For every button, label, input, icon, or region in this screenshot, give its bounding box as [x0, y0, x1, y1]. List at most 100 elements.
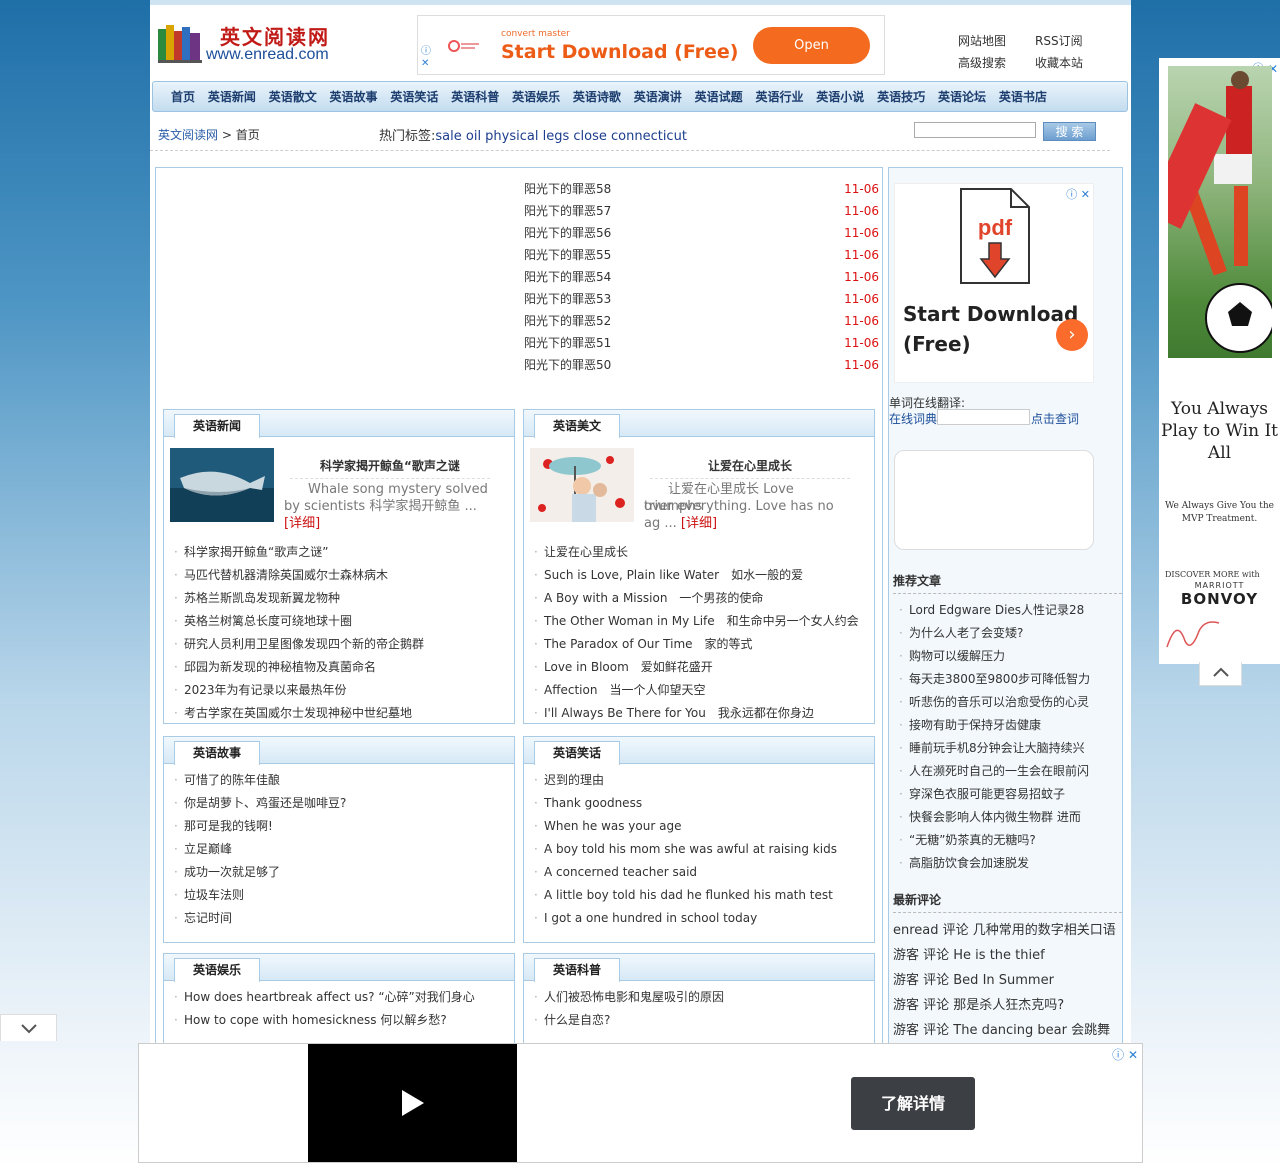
list-item[interactable]: 快餐会影响人体内微生物群 进而	[899, 806, 1121, 829]
comment-item[interactable]: 游客 评论 Bed In Summer	[893, 968, 1119, 993]
list-item[interactable]: I got a one hundred in school today	[534, 907, 874, 930]
search-button[interactable]: 搜 索	[1043, 122, 1096, 141]
list-item[interactable]: 迟到的理由	[534, 769, 874, 792]
nav-item-skills[interactable]: 英语技巧	[877, 82, 925, 112]
list-item[interactable]: Lord Edgware Dies人性记录28	[899, 599, 1121, 622]
nav-item-poetry[interactable]: 英语诗歌	[573, 82, 621, 112]
list-item[interactable]: A concerned teacher said	[534, 861, 874, 884]
nav-item-news[interactable]: 英语新闻	[208, 82, 256, 112]
list-item[interactable]: Love in Bloom 爱如鲜花盛开	[534, 656, 874, 679]
list-item[interactable]: 阳光下的罪恶56 11-06	[524, 222, 879, 244]
list-item[interactable]: 阳光下的罪恶54 11-06	[524, 266, 879, 288]
list-item[interactable]: 什么是自恋?	[534, 1009, 874, 1032]
nav-item-tests[interactable]: 英语试题	[695, 82, 743, 112]
sitemap-link[interactable]: 网站地图	[958, 32, 1006, 49]
list-item-title[interactable]: 阳光下的罪恶54	[524, 270, 611, 284]
featured-title[interactable]: 科学家揭开鲸鱼“歌声之谜	[290, 457, 490, 479]
list-item[interactable]: A little boy told his dad he flunked his…	[534, 884, 874, 907]
list-item[interactable]: 阳光下的罪恶58 11-06	[524, 178, 879, 200]
box-title[interactable]: 英语娱乐	[174, 958, 261, 982]
list-item[interactable]: How does heartbreak affect us? “心碎”对我们身心	[174, 986, 514, 1009]
box-title[interactable]: 英语新闻	[174, 414, 261, 438]
rss-link[interactable]: RSS订阅	[1035, 32, 1083, 49]
list-item[interactable]: 2023年为有记录以来最热年份	[174, 679, 514, 702]
site-logo[interactable]: 英文阅读网 www.enread.com	[158, 19, 348, 69]
list-item[interactable]: 每天走3800至9800步可降低智力	[899, 668, 1121, 691]
list-item[interactable]: 科学家揭开鲸鱼“歌声之谜”	[174, 541, 514, 564]
list-item[interactable]: Affection 当一个人仰望天空	[534, 679, 874, 702]
list-item[interactable]: 你是胡萝卜、鸡蛋还是咖啡豆?	[174, 792, 514, 815]
ad-close-icon[interactable]: ✕	[421, 58, 429, 69]
list-item[interactable]: 阳光下的罪恶52 11-06	[524, 310, 879, 332]
search-input[interactable]	[914, 122, 1036, 138]
bookmark-link[interactable]: 收藏本站	[1035, 54, 1083, 71]
list-item[interactable]: 忘记时间	[174, 907, 514, 930]
list-item[interactable]: 阳光下的罪恶57 11-06	[524, 200, 879, 222]
nav-item-joke[interactable]: 英语笑话	[390, 82, 438, 112]
box-title[interactable]: 英语故事	[174, 741, 261, 765]
list-item[interactable]: When he was your age	[534, 815, 874, 838]
more-link[interactable]: [详细]	[284, 516, 320, 531]
list-item[interactable]: 苏格兰斯凯岛发现新翼龙物种	[174, 587, 514, 610]
nav-item-story[interactable]: 英语故事	[330, 82, 378, 112]
nav-item-speech[interactable]: 英语演讲	[634, 82, 682, 112]
collapse-down-button[interactable]	[0, 1014, 57, 1041]
nav-item-science[interactable]: 英语科普	[451, 82, 499, 112]
list-item-title[interactable]: 阳光下的罪恶53	[524, 292, 611, 306]
list-item[interactable]: Thank goodness	[534, 792, 874, 815]
ad-close-icon[interactable]: ⓘ ✕	[1112, 1046, 1138, 1063]
nav-item-home[interactable]: 首页	[171, 82, 195, 112]
comment-item[interactable]: 游客 评论 He is the thief	[893, 943, 1119, 968]
nav-item-novel[interactable]: 英语小说	[816, 82, 864, 112]
top-banner-ad[interactable]: ⓘ ✕ convert master Start Download (Free)…	[417, 15, 885, 75]
dict-input[interactable]	[937, 409, 1030, 425]
list-item[interactable]: 让爱在心里成长	[534, 541, 874, 564]
list-item-title[interactable]: 阳光下的罪恶57	[524, 204, 611, 218]
list-item[interactable]: A boy told his mom she was awful at rais…	[534, 838, 874, 861]
list-item[interactable]: “无糖”奶茶真的无糖吗?	[899, 829, 1121, 852]
list-item-title[interactable]: 阳光下的罪恶52	[524, 314, 611, 328]
list-item[interactable]: 英格兰树篱总长度可绕地球十圈	[174, 610, 514, 633]
list-item[interactable]: Such is Love, Plain like Water 如水一般的爱	[534, 564, 874, 587]
list-item-title[interactable]: 阳光下的罪恶58	[524, 182, 611, 196]
breadcrumb-home-link[interactable]: 英文阅读网	[158, 128, 218, 142]
list-item[interactable]: 研究人员利用卫星图像发现四个新的帝企鹅群	[174, 633, 514, 656]
list-item-title[interactable]: 阳光下的罪恶50	[524, 358, 611, 372]
list-item[interactable]: 邱园为新发现的神秘植物及真菌命名	[174, 656, 514, 679]
nav-item-industry[interactable]: 英语行业	[755, 82, 803, 112]
list-item[interactable]: 阳光下的罪恶53 11-06	[524, 288, 879, 310]
comment-item[interactable]: 游客 评论 The dancing bear 会跳舞	[893, 1018, 1119, 1043]
list-item[interactable]: 为什么人老了会变矮?	[899, 622, 1121, 645]
right-skyscraper-ad[interactable]: ⓘ ✕ You Always Play to Win It All We Alw…	[1159, 58, 1280, 664]
list-item-title[interactable]: 阳光下的罪恶55	[524, 248, 611, 262]
list-item[interactable]: 成功一次就足够了	[174, 861, 514, 884]
couple-image[interactable]	[530, 448, 634, 522]
list-item[interactable]: 阳光下的罪恶51 11-06	[524, 332, 879, 354]
collapse-up-button[interactable]	[1199, 662, 1242, 686]
ad-close-icon[interactable]: ⓘ ✕	[1066, 186, 1090, 202]
list-item[interactable]: 睡前玩手机8分钟会让大脑持续兴	[899, 737, 1121, 760]
list-item[interactable]: A Boy with a Mission 一个男孩的使命	[534, 587, 874, 610]
list-item[interactable]: 考古学家在英国威尔士发现神秘中世纪墓地	[174, 702, 514, 725]
list-item[interactable]: 阳光下的罪恶55 11-06	[524, 244, 879, 266]
ad-video-player[interactable]	[308, 1044, 517, 1162]
ad-open-button[interactable]: Open	[753, 27, 870, 64]
list-item-title[interactable]: 阳光下的罪恶51	[524, 336, 611, 350]
list-item[interactable]: 马匹代替机器清除英国威尔士森林病木	[174, 564, 514, 587]
list-item[interactable]: 接吻有助于保持牙齿健康	[899, 714, 1121, 737]
list-item[interactable]: How to cope with homesickness 何以解乡愁?	[174, 1009, 514, 1032]
ad-info-icon[interactable]: ⓘ	[421, 42, 431, 57]
list-item[interactable]: 高脂肪饮食会加速脱发	[899, 852, 1121, 875]
box-title[interactable]: 英语美文	[534, 414, 621, 438]
list-item[interactable]: The Paradox of Our Time 家的等式	[534, 633, 874, 656]
nav-item-forum[interactable]: 英语论坛	[938, 82, 986, 112]
list-item[interactable]: 购物可以缓解压力	[899, 645, 1121, 668]
chevron-right-icon[interactable]: ›	[1056, 319, 1088, 351]
list-item[interactable]: 那可是我的钱啊!	[174, 815, 514, 838]
list-item[interactable]: 立足巅峰	[174, 838, 514, 861]
learn-more-button[interactable]: 了解详情	[851, 1077, 975, 1130]
list-item[interactable]: 阳光下的罪恶50 11-06	[524, 354, 879, 376]
list-item[interactable]: I'll Always Be There for You 我永远都在你身边	[534, 702, 874, 725]
box-title[interactable]: 英语科普	[534, 958, 621, 982]
featured-title[interactable]: 让爱在心里成长	[650, 457, 850, 479]
